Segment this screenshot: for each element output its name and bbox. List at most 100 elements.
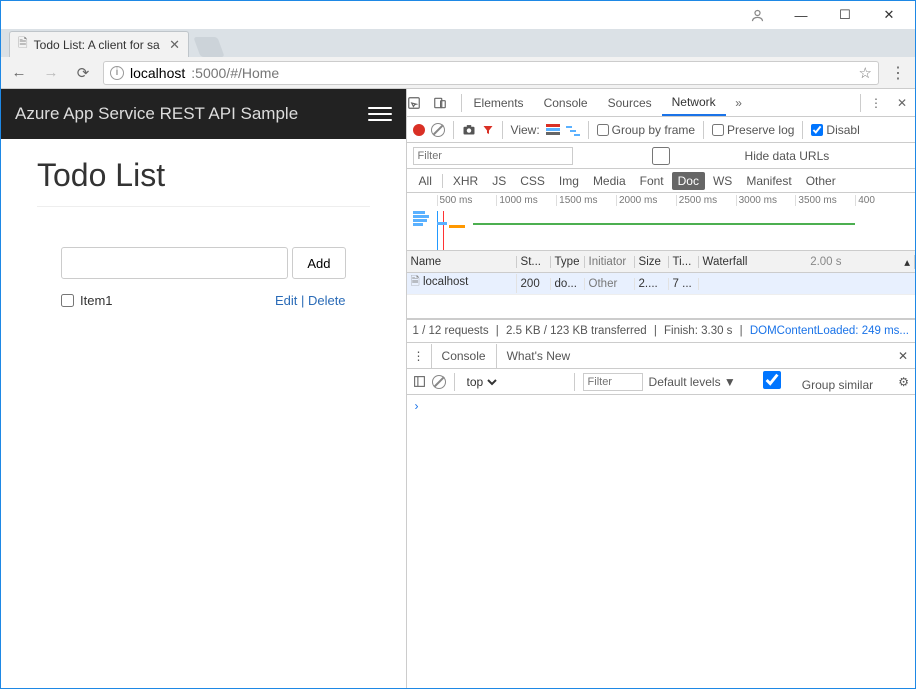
browser-tabstrip: 🗎 Todo List: A client for sa ✕ — [1, 29, 915, 57]
console-sidebar-icon[interactable] — [413, 375, 426, 388]
tab-console[interactable]: Console — [534, 89, 598, 116]
type-manifest[interactable]: Manifest — [740, 172, 797, 190]
todo-item-text: Item1 — [80, 293, 113, 308]
clear-button[interactable] — [431, 123, 445, 137]
type-other[interactable]: Other — [800, 172, 842, 190]
site-info-icon[interactable]: i — [110, 66, 124, 80]
edit-link[interactable]: Edit — [275, 293, 297, 308]
delete-link[interactable]: Delete — [308, 293, 346, 308]
window-titlebar: — ☐ ✕ — [1, 1, 915, 29]
add-todo-form: Add — [61, 247, 346, 279]
app-brand: Azure App Service REST API Sample — [15, 104, 298, 124]
devtools-panel: Elements Console Sources Network » ⋮ ✕ V… — [406, 89, 915, 688]
nav-forward-button[interactable]: → — [39, 64, 63, 81]
type-font[interactable]: Font — [634, 172, 670, 190]
console-toolbar: top Default levels ▼ Group similar ⚙ — [407, 369, 915, 395]
drawer-close-icon[interactable]: ✕ — [891, 349, 915, 363]
nav-back-button[interactable]: ← — [7, 64, 31, 81]
add-todo-button[interactable]: Add — [292, 247, 345, 279]
action-separator: | — [297, 293, 308, 308]
type-all[interactable]: All — [413, 172, 438, 190]
table-header-row[interactable]: Name St... Type Initiator Size Ti... Wat… — [407, 251, 915, 273]
network-filter-input[interactable] — [413, 147, 573, 165]
preserve-log-checkbox[interactable]: Preserve log — [712, 123, 794, 137]
network-filter-row: Hide data URLs — [407, 143, 915, 169]
col-time[interactable]: Ti... — [669, 256, 699, 268]
window-maximize-button[interactable]: ☐ — [823, 1, 867, 29]
tab-elements[interactable]: Elements — [464, 89, 534, 116]
disable-cache-checkbox[interactable]: Disabl — [811, 123, 859, 137]
context-selector[interactable]: top — [463, 374, 500, 390]
todo-checkbox[interactable] — [61, 294, 74, 307]
type-js[interactable]: JS — [486, 172, 512, 190]
tab-sources[interactable]: Sources — [598, 89, 662, 116]
console-clear-button[interactable] — [432, 375, 446, 389]
log-levels-dropdown[interactable]: Default levels ▼ — [649, 375, 736, 389]
window-minimize-button[interactable]: — — [779, 1, 823, 29]
console-filter-input[interactable] — [583, 373, 643, 391]
document-icon: 🗎 — [411, 276, 420, 288]
screenshot-icon[interactable] — [462, 124, 476, 135]
page-title: Todo List — [37, 157, 370, 194]
omnibox[interactable]: i localhost:5000/#/Home ☆ — [103, 61, 879, 85]
user-account-icon[interactable] — [735, 8, 779, 23]
network-toolbar: View: Group by frame Preserve log Disabl — [407, 117, 915, 143]
tab-close-icon[interactable]: ✕ — [169, 37, 180, 53]
page-icon: 🗎 — [18, 34, 28, 55]
large-rows-icon[interactable] — [546, 124, 560, 136]
type-ws[interactable]: WS — [707, 172, 738, 190]
new-todo-input[interactable] — [61, 247, 288, 279]
type-media[interactable]: Media — [587, 172, 632, 190]
browser-tab[interactable]: 🗎 Todo List: A client for sa ✕ — [9, 31, 189, 57]
filter-icon[interactable] — [482, 124, 494, 136]
drawer-tab-console[interactable]: Console — [431, 344, 497, 369]
col-waterfall[interactable]: Waterfall 2.00 s ▴ — [699, 255, 915, 269]
network-status-bar: 1 / 12 requests | 2.5 KB / 123 KB transf… — [407, 319, 915, 343]
nav-reload-button[interactable]: ⟳ — [71, 64, 95, 82]
record-button[interactable] — [413, 124, 425, 136]
tab-network[interactable]: Network — [662, 89, 726, 116]
type-xhr[interactable]: XHR — [447, 172, 484, 190]
network-type-filter: All XHR JS CSS Img Media Font Doc WS Man… — [407, 169, 915, 193]
inspect-icon[interactable] — [407, 96, 433, 110]
col-type[interactable]: Type — [551, 256, 585, 268]
type-img[interactable]: Img — [553, 172, 585, 190]
address-bar: ← → ⟳ i localhost:5000/#/Home ☆ ⋮ — [1, 57, 915, 89]
tab-title: Todo List: A client for sa — [34, 38, 160, 52]
devtools-menu-icon[interactable]: ⋮ — [863, 96, 889, 110]
drawer-tabs: ⋮ Console What's New ✕ — [407, 343, 915, 369]
bookmark-star-icon[interactable]: ☆ — [859, 64, 872, 82]
sort-arrow-icon: ▴ — [904, 255, 910, 269]
waterfall-view-icon[interactable] — [566, 124, 580, 136]
devtools-close-icon[interactable]: ✕ — [889, 96, 915, 110]
drawer-tab-whatsnew[interactable]: What's New — [497, 343, 581, 368]
group-similar-checkbox[interactable]: Group similar — [742, 371, 873, 392]
table-row[interactable]: 🗎 localhost 200 do... Other 2.... 7 ... — [407, 273, 915, 295]
console-body[interactable]: › — [407, 395, 915, 417]
page-viewport: Azure App Service REST API Sample Todo L… — [1, 89, 406, 688]
type-doc[interactable]: Doc — [672, 172, 705, 190]
console-settings-icon[interactable]: ⚙ — [898, 375, 909, 389]
dcl-link[interactable]: DOMContentLoaded: 249 ms... — [750, 325, 909, 337]
hamburger-menu-button[interactable] — [368, 103, 392, 125]
col-status[interactable]: St... — [517, 256, 551, 268]
window-close-button[interactable]: ✕ — [867, 1, 911, 29]
more-tabs-icon[interactable]: » — [726, 96, 752, 110]
network-request-table: Name St... Type Initiator Size Ti... Wat… — [407, 251, 915, 319]
group-by-frame-checkbox[interactable]: Group by frame — [597, 123, 695, 137]
col-name[interactable]: Name — [407, 256, 517, 268]
new-tab-button[interactable] — [193, 37, 224, 57]
overview-bars-icon — [413, 211, 429, 227]
device-toggle-icon[interactable] — [433, 96, 459, 110]
app-navbar: Azure App Service REST API Sample — [1, 89, 406, 139]
hide-data-urls-checkbox[interactable]: Hide data URLs — [581, 147, 830, 165]
browser-menu-button[interactable]: ⋮ — [887, 63, 909, 83]
network-timeline[interactable]: 500 ms 1000 ms 1500 ms 2000 ms 2500 ms 3… — [407, 193, 915, 251]
col-size[interactable]: Size — [635, 256, 669, 268]
col-initiator[interactable]: Initiator — [585, 256, 635, 268]
todo-list-item: Item1 Edit | Delete — [61, 293, 346, 308]
console-prompt-icon: › — [415, 399, 419, 413]
drawer-menu-icon[interactable]: ⋮ — [407, 349, 431, 363]
view-label: View: — [511, 123, 540, 137]
type-css[interactable]: CSS — [514, 172, 551, 190]
